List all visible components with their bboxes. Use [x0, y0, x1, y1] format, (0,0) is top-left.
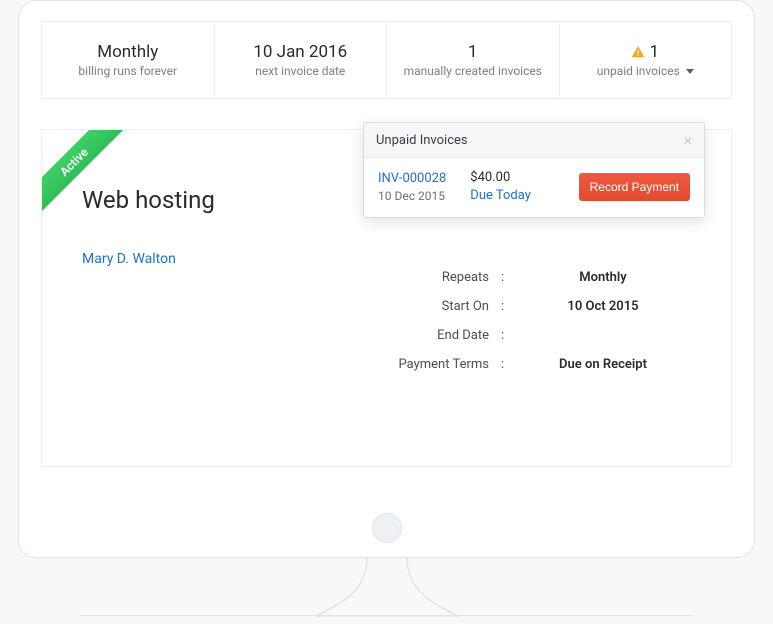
stat-label: manually created invoices	[404, 64, 542, 78]
stat-unpaid-invoices[interactable]: 1 unpaid invoices	[560, 22, 732, 98]
invoice-amount: $40.00	[470, 170, 531, 185]
popover-header: Unpaid Invoices ×	[364, 123, 704, 158]
stat-label: unpaid invoices	[597, 64, 694, 78]
customer-link[interactable]: Mary D. Walton	[82, 251, 176, 267]
colon: :	[501, 328, 515, 343]
stat-value: Monthly	[97, 42, 158, 62]
invoice-date: 10 Dec 2015	[378, 189, 446, 203]
detail-row-end-date: End Date :	[371, 328, 691, 343]
detail-label: Payment Terms	[371, 357, 501, 372]
invoice-number-link[interactable]: INV-000028	[378, 171, 446, 186]
detail-label: End Date	[371, 328, 501, 343]
unpaid-count: 1	[649, 42, 659, 62]
stat-label: next invoice date	[255, 64, 345, 78]
details-list: Repeats : Monthly Start On : 10 Oct 2015…	[371, 270, 691, 386]
close-icon[interactable]: ×	[684, 132, 692, 148]
detail-row-start-on: Start On : 10 Oct 2015	[371, 299, 691, 314]
detail-value: Monthly	[515, 270, 691, 285]
popover-title: Unpaid Invoices	[376, 133, 468, 148]
stat-manual-invoices: 1 manually created invoices	[387, 22, 560, 98]
warning-icon	[631, 45, 645, 59]
chevron-down-icon	[686, 69, 694, 74]
stat-billing-frequency: Monthly billing runs forever	[42, 22, 215, 98]
detail-label: Start On	[371, 299, 501, 314]
desk-line	[80, 615, 693, 616]
stat-label: billing runs forever	[78, 64, 177, 78]
detail-value: 10 Oct 2015	[515, 299, 691, 314]
stat-value: 10 Jan 2016	[253, 42, 347, 62]
detail-value: Due on Receipt	[515, 357, 691, 372]
invoice-id-col: INV-000028 10 Dec 2015	[378, 171, 446, 203]
colon: :	[501, 357, 515, 372]
detail-row-payment-terms: Payment Terms : Due on Receipt	[371, 357, 691, 372]
unpaid-invoices-popover: Unpaid Invoices × INV-000028 10 Dec 2015…	[363, 122, 705, 218]
record-payment-button[interactable]: Record Payment	[579, 173, 690, 201]
stat-value: 1	[631, 42, 659, 62]
stat-value: 1	[468, 42, 478, 62]
stat-next-invoice: 10 Jan 2016 next invoice date	[215, 22, 388, 98]
invoice-status: Due Today	[470, 188, 531, 203]
colon: :	[501, 299, 515, 314]
colon: :	[501, 270, 515, 285]
monitor-home-button	[372, 513, 402, 543]
detail-label: Repeats	[371, 270, 501, 285]
invoice-amount-col: $40.00 Due Today	[470, 170, 531, 203]
stats-bar: Monthly billing runs forever 10 Jan 2016…	[41, 21, 732, 99]
monitor-frame: Monthly billing runs forever 10 Jan 2016…	[18, 0, 755, 558]
popover-body: INV-000028 10 Dec 2015 $40.00 Due Today …	[364, 158, 704, 217]
detail-row-repeats: Repeats : Monthly	[371, 270, 691, 285]
monitor-stand	[307, 558, 467, 618]
